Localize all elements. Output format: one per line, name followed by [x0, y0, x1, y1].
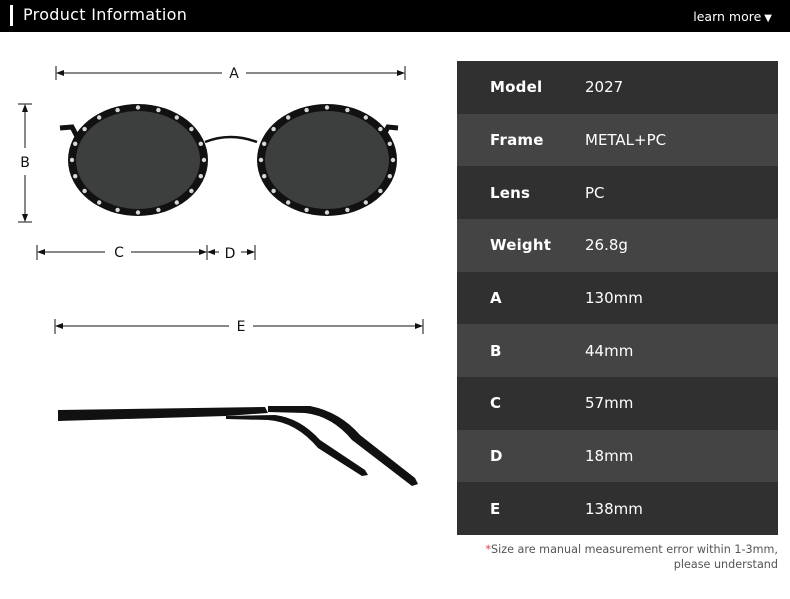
spec-value: 26.8g — [585, 236, 628, 255]
rhinestone — [363, 115, 368, 120]
spec-value: METAL+PC — [585, 130, 667, 149]
rhinestone — [69, 157, 75, 163]
rhinestone — [82, 188, 87, 194]
rhinestone — [378, 126, 383, 132]
rhinestone — [378, 188, 383, 194]
rhinestone — [135, 105, 141, 110]
spec-key: Frame — [490, 130, 544, 149]
rhinestone — [262, 141, 267, 146]
spec-value: 44mm — [585, 341, 634, 360]
rhinestone — [304, 207, 309, 213]
spec-value: 2027 — [585, 78, 624, 97]
dimension-label-c: C — [114, 245, 124, 261]
spec-row: C 57mm — [457, 376, 778, 430]
rhinestone — [189, 188, 194, 194]
spec-row: Model 2027 — [457, 61, 778, 114]
rhinestone — [174, 115, 179, 120]
spec-key: E — [490, 499, 501, 518]
page-title: Product Information — [23, 5, 188, 24]
spec-key: B — [490, 341, 502, 360]
rhinestone — [97, 200, 102, 205]
spec-key: A — [490, 288, 502, 307]
spec-row: D 18mm — [457, 429, 778, 483]
spec-table: Model 2027 Frame METAL+PC Lens PC Weight 26.8g A… — [457, 61, 778, 535]
rhinestone — [387, 174, 392, 179]
rhinestone — [345, 107, 350, 113]
rhinestone — [198, 141, 203, 146]
rhinestone — [258, 157, 264, 163]
spec-key: C — [490, 394, 502, 413]
spec-key: D — [490, 446, 503, 465]
rhinestone — [387, 141, 392, 146]
spec-row: Frame METAL+PC — [457, 113, 778, 167]
spec-key: Weight — [490, 236, 552, 255]
header-accent-bar — [10, 5, 13, 26]
sunglasses-front-view — [59, 104, 399, 216]
rhinestone — [271, 188, 276, 194]
dimension-diagram: A B C D E — [18, 66, 424, 486]
rhinestone — [286, 115, 291, 120]
rhinestone — [115, 107, 120, 113]
dimension-b: B — [18, 103, 32, 223]
note-line-2: please understand — [673, 558, 778, 571]
spec-value: 18mm — [585, 446, 634, 465]
learn-more-label: learn more — [693, 9, 762, 24]
rhinestone — [262, 174, 267, 179]
rhinestone — [324, 210, 330, 215]
dimension-c: C — [36, 245, 208, 261]
rhinestone — [115, 207, 120, 213]
dimension-label-a: A — [229, 66, 239, 82]
spec-row: Lens PC — [457, 166, 778, 219]
spec-row: A 130mm — [457, 271, 778, 325]
note-line-1: Size are manual measurement error within… — [491, 543, 778, 556]
spec-key: Model — [490, 78, 543, 97]
spec-value: 57mm — [585, 394, 634, 413]
spec-row: E 138mm — [457, 482, 778, 535]
rhinestone — [304, 107, 309, 113]
spec-key: Lens — [490, 183, 531, 202]
spec-row: B 44mm — [457, 324, 778, 377]
spec-row: Weight 26.8g — [457, 218, 778, 272]
rhinestone — [189, 126, 194, 132]
dimension-label-b: B — [20, 155, 30, 171]
dimension-e: E — [54, 319, 424, 335]
rhinestone — [73, 174, 78, 179]
rhinestone — [271, 126, 276, 132]
learn-more-link[interactable]: learn more ▼ — [693, 9, 772, 24]
rhinestone — [97, 115, 102, 120]
dimension-label-d: D — [225, 246, 236, 262]
triangle-down-icon: ▼ — [764, 13, 772, 24]
rhinestone — [201, 157, 207, 163]
spec-value: 130mm — [585, 288, 643, 307]
dimension-a: A — [55, 66, 406, 82]
header-bar: Product Information learn more ▼ — [0, 0, 790, 32]
rhinestone — [198, 174, 203, 179]
rhinestone — [156, 107, 161, 113]
rhinestone — [135, 210, 141, 215]
sunglasses-side-view — [58, 406, 418, 486]
rhinestone — [324, 105, 330, 110]
dimension-label-e: E — [237, 319, 246, 335]
rhinestone — [390, 157, 396, 163]
rhinestone — [174, 200, 179, 205]
rhinestone — [363, 200, 368, 205]
measurement-note: *Size are manual measurement error withi… — [485, 542, 778, 572]
rhinestone — [156, 207, 161, 213]
rhinestone — [82, 126, 87, 132]
rhinestone — [73, 141, 78, 146]
spec-value: 138mm — [585, 499, 643, 518]
dimension-d: D — [207, 245, 256, 262]
rhinestone — [286, 200, 291, 205]
spec-value: PC — [585, 183, 605, 202]
rhinestone — [345, 207, 350, 213]
